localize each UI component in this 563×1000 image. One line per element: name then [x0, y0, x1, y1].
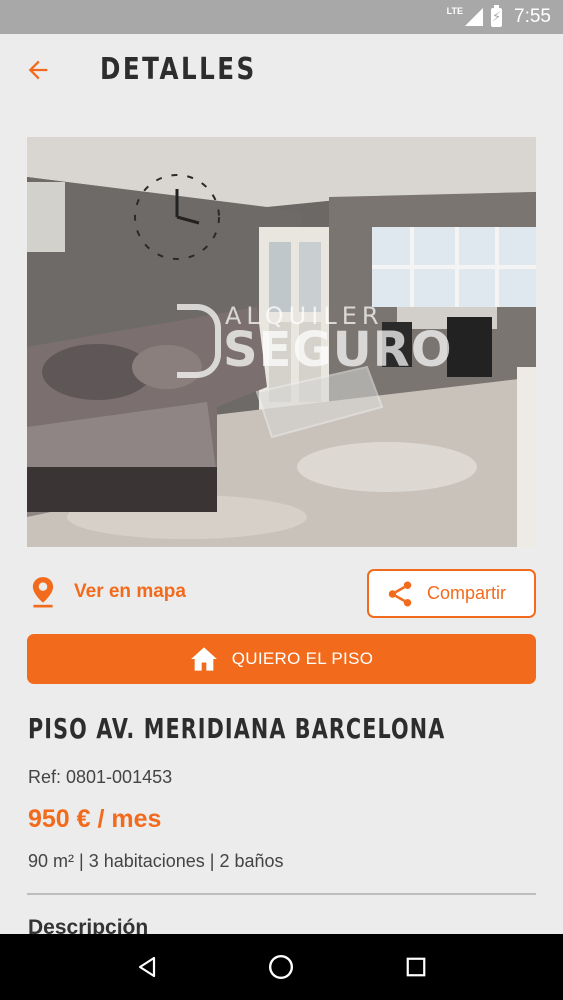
- recents-square-icon[interactable]: [396, 947, 436, 987]
- listing-specs: 90 m² | 3 habitaciones | 2 baños: [28, 851, 284, 871]
- system-nav-bar: [0, 934, 563, 1000]
- app-header: DETALLES: [0, 34, 563, 108]
- listing-title: PISO AV. MERIDIANA BARCELONA: [28, 712, 446, 745]
- home-circle-icon[interactable]: [261, 947, 301, 987]
- share-button-label: Compartir: [427, 583, 507, 603]
- status-bar: LTE ⚡ 7:55: [0, 0, 563, 34]
- divider: [27, 893, 536, 895]
- page-title: DETALLES: [100, 52, 257, 87]
- home-icon: [190, 647, 217, 671]
- want-flat-button-label: QUIERO EL PISO: [231, 649, 374, 668]
- map-link-label: Ver en mapa: [74, 581, 186, 602]
- location-pin-icon: [32, 577, 54, 608]
- status-time: 7:55: [514, 6, 551, 27]
- map-link[interactable]: Ver en mapa: [30, 576, 186, 608]
- watermark-bottom: SEGURO: [223, 322, 453, 378]
- signal-icon: [465, 8, 484, 26]
- share-button[interactable]: Compartir: [367, 569, 536, 618]
- listing-price: 950 € / mes: [28, 805, 162, 833]
- battery-charging-icon: ⚡: [491, 4, 503, 27]
- listing-reference: Ref: 0801-001453: [28, 767, 173, 787]
- property-photo[interactable]: ALQUILER SEGURO: [27, 137, 536, 547]
- back-triangle-icon[interactable]: [127, 947, 167, 987]
- watermark-logo-mark: [177, 304, 221, 378]
- arrow-left-icon[interactable]: [24, 56, 52, 84]
- want-flat-button[interactable]: QUIERO EL PISO: [27, 634, 536, 684]
- network-type: LTE: [446, 6, 464, 16]
- share-icon: [388, 581, 412, 606]
